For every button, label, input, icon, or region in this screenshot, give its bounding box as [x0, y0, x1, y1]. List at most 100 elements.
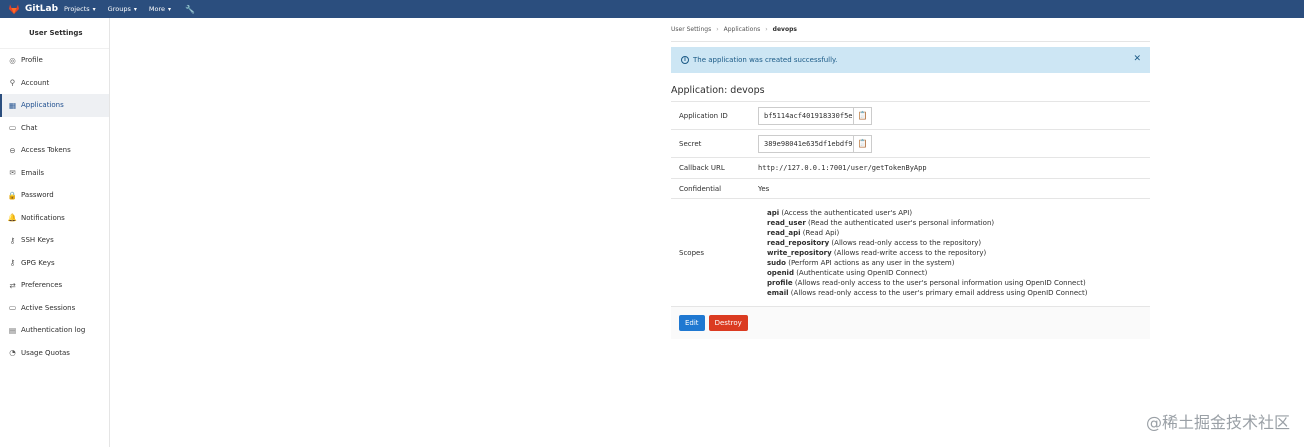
- sidebar-item-applications[interactable]: ▦ Applications: [0, 94, 109, 117]
- copy-application-id-button[interactable]: 📋: [854, 106, 872, 125]
- gitlab-fox-icon: [9, 4, 19, 14]
- scopes-list: api (Access the authenticated user's API…: [758, 208, 1150, 298]
- authentication-log-icon: ▤: [8, 325, 17, 335]
- chevron-down-icon: ▾: [92, 5, 96, 13]
- sidebar-item-emails[interactable]: ✉ Emails: [0, 162, 109, 185]
- breadcrumb-devops[interactable]: devops: [773, 26, 797, 33]
- sidebar-item-access-tokens[interactable]: ⊖ Access Tokens: [0, 139, 109, 162]
- profile-icon: ◎: [9, 55, 16, 65]
- nav-more-label: More: [148, 5, 165, 13]
- sidebar-item-label: SSH Keys: [21, 236, 54, 245]
- secret-field[interactable]: 389e98041e635df1ebdf9: [758, 134, 854, 153]
- chevron-down-icon: ▾: [167, 5, 171, 13]
- scope-name: api: [767, 208, 780, 217]
- sidebar-item-active-sessions[interactable]: ▭ Active Sessions: [0, 297, 109, 320]
- nav-projects-label: Projects: [64, 5, 90, 13]
- active-sessions-icon: ▭: [8, 303, 17, 313]
- nav-more[interactable]: More ▾: [149, 5, 171, 13]
- scope-description: (Perform API actions as any user in the …: [785, 258, 955, 267]
- scope-name: openid: [767, 268, 794, 277]
- secret-label: Secret: [679, 139, 702, 148]
- sidebar-item-label: Account: [21, 78, 50, 87]
- sidebar-item-notifications[interactable]: 🔔 Notifications: [0, 207, 109, 230]
- sidebar-item-gpg-keys[interactable]: ⚷ GPG Keys: [0, 252, 109, 275]
- scope-description: (Read Api): [800, 228, 840, 237]
- application-id-field[interactable]: bf5114acf401918330f5e: [758, 106, 854, 125]
- breadcrumb-applications[interactable]: Applications: [724, 26, 761, 33]
- callback-url-value: http://127.0.0.1:7001/user/getTokenByApp: [758, 164, 927, 172]
- sidebar-title: User Settings: [0, 18, 109, 49]
- nav-groups[interactable]: Groups ▾: [108, 5, 137, 13]
- nav-groups-label: Groups: [107, 5, 131, 13]
- scope-item: read_repository (Allows read-only access…: [767, 238, 1150, 248]
- sidebar-item-preferences[interactable]: ⇄ Preferences: [0, 274, 109, 297]
- brand-name: GitLab: [25, 4, 59, 14]
- preferences-icon: ⇄: [9, 280, 16, 290]
- sidebar-item-label: Applications: [21, 101, 64, 110]
- sidebar-item-label: Emails: [21, 168, 45, 177]
- breadcrumb: User Settings › Applications › devops: [671, 18, 1150, 42]
- scope-item: email (Allows read-only access to the us…: [767, 288, 1150, 298]
- row-scopes: Scopes api (Access the authenticated use…: [671, 199, 1150, 307]
- sidebar-item-password[interactable]: 🔒 Password: [0, 184, 109, 207]
- scope-item: read_user (Read the authenticated user's…: [767, 218, 1150, 228]
- sidebar-item-label: Profile: [21, 56, 43, 65]
- scope-item: read_api (Read Api): [767, 228, 1150, 238]
- sidebar-item-label: Access Tokens: [21, 146, 71, 155]
- copy-secret-button[interactable]: 📋: [854, 134, 872, 153]
- chevron-right-icon: ›: [765, 26, 768, 33]
- scope-description: (Allows read-only access to the user's p…: [792, 278, 1086, 287]
- application-details: Application ID bf5114acf401918330f5e 📋 S…: [671, 101, 1150, 339]
- sidebar-item-profile[interactable]: ◎ Profile: [0, 49, 109, 72]
- secret-copybox: 389e98041e635df1ebdf9 📋: [758, 134, 1150, 153]
- callback-url-label: Callback URL: [679, 164, 725, 172]
- scope-name: read_api: [767, 228, 801, 237]
- sidebar-item-ssh-keys[interactable]: ⚷ SSH Keys: [0, 229, 109, 252]
- main-content: User Settings › Applications › devops i …: [671, 18, 1150, 339]
- breadcrumb-user-settings[interactable]: User Settings: [671, 26, 711, 33]
- confidential-label: Confidential: [679, 184, 722, 193]
- scope-name: email: [767, 288, 789, 297]
- gpg-keys-icon: ⚷: [9, 258, 16, 268]
- scope-name: write_repository: [767, 248, 832, 257]
- gitlab-logo[interactable]: GitLab: [8, 3, 64, 15]
- clipboard-icon: 📋: [857, 139, 868, 148]
- destroy-button[interactable]: Destroy: [708, 315, 748, 331]
- scope-item: sudo (Perform API actions as any user in…: [767, 258, 1150, 268]
- info-icon: i: [681, 56, 689, 64]
- nav-projects[interactable]: Projects ▾: [64, 5, 96, 13]
- application-id-label: Application ID: [679, 111, 728, 120]
- edit-button[interactable]: Edit: [679, 315, 705, 331]
- sidebar-item-label: Chat: [21, 123, 38, 132]
- sidebar-item-account[interactable]: ⚲ Account: [0, 72, 109, 95]
- row-confidential: Confidential Yes: [671, 179, 1150, 199]
- scope-name: read_user: [767, 218, 806, 227]
- sidebar-item-label: GPG Keys: [21, 258, 55, 267]
- scope-item: api (Access the authenticated user's API…: [767, 208, 1150, 218]
- sidebar-item-label: Preferences: [21, 281, 63, 290]
- sidebar-item-usage-quotas[interactable]: ◔ Usage Quotas: [0, 342, 109, 365]
- close-icon[interactable]: ✕: [1133, 54, 1141, 64]
- chat-icon: ▭: [8, 123, 17, 133]
- row-application-id: Application ID bf5114acf401918330f5e 📋: [671, 102, 1150, 130]
- scopes-label: Scopes: [679, 248, 704, 257]
- chevron-down-icon: ▾: [133, 5, 137, 13]
- sidebar-item-label: Notifications: [21, 213, 65, 222]
- admin-wrench-icon[interactable]: 🔧: [185, 5, 195, 14]
- scope-name: sudo: [767, 258, 786, 267]
- access-tokens-icon: ⊖: [9, 145, 16, 155]
- account-icon: ⚲: [9, 78, 16, 88]
- scope-name: profile: [767, 278, 793, 287]
- sidebar-item-chat[interactable]: ▭ Chat: [0, 117, 109, 140]
- top-navbar: GitLab Projects ▾ Groups ▾ More ▾ 🔧: [0, 0, 1304, 18]
- scope-description: (Authenticate using OpenID Connect): [793, 268, 928, 277]
- alert-message: The application was created successfully…: [693, 56, 838, 64]
- scope-item: openid (Authenticate using OpenID Connec…: [767, 268, 1150, 278]
- success-alert: i The application was created successful…: [671, 47, 1150, 73]
- scope-description: (Read the authenticated user's personal …: [805, 218, 995, 227]
- sidebar-item-label: Password: [21, 191, 54, 200]
- sidebar-item-label: Authentication log: [21, 326, 86, 335]
- scope-name: read_repository: [767, 238, 830, 247]
- ssh-keys-icon: ⚷: [9, 235, 16, 245]
- sidebar-item-authentication-log[interactable]: ▤ Authentication log: [0, 319, 109, 342]
